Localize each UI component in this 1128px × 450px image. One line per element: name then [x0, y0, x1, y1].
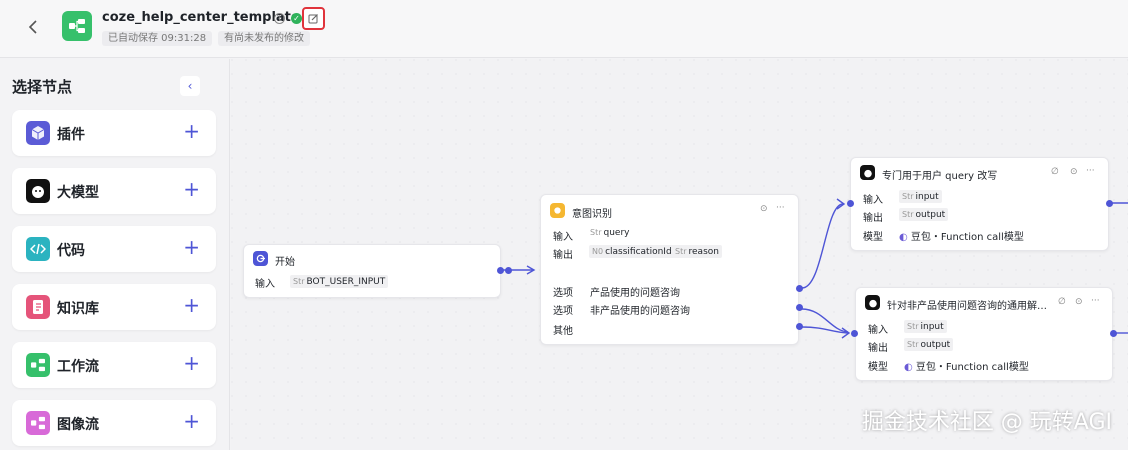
option-value: 产品使用的问题咨询: [590, 288, 680, 299]
node-item-label: 代码: [57, 243, 85, 259]
node-title: 针对非产品使用问题咨询的通用解…: [887, 301, 1047, 312]
output-variable: Str output: [904, 338, 954, 351]
output-variable: Str output: [899, 208, 949, 221]
more-icon[interactable]: ···: [776, 203, 785, 213]
field-label: 输入: [255, 279, 275, 290]
general-input-port[interactable]: [851, 330, 858, 337]
rewrite-output-port[interactable]: [1106, 200, 1113, 207]
field-label: 输出: [868, 343, 888, 354]
app-title: coze_help_center_template: [102, 10, 300, 25]
unpublished-badge: 有尚未发布的修改: [218, 31, 310, 46]
check-icon: ✓: [291, 13, 302, 24]
add-icon[interactable]: +: [183, 294, 200, 316]
node-title: 开始: [275, 257, 295, 268]
field-label: 模型: [863, 232, 883, 243]
field-label: 输入: [868, 325, 888, 336]
chevron-left-icon: [28, 20, 37, 34]
other-port[interactable]: [796, 323, 803, 330]
field-label: 输出: [553, 250, 573, 261]
add-icon[interactable]: +: [183, 178, 200, 200]
field-label: 输入: [863, 195, 883, 206]
node-item-plugin[interactable]: 插件 +: [12, 110, 216, 156]
panel-title: 选择节点: [12, 78, 73, 96]
back-button[interactable]: [20, 14, 46, 40]
notify-icon[interactable]: ∅: [1051, 167, 1059, 177]
code-icon: [26, 237, 50, 261]
llm-icon: [865, 295, 880, 310]
start-node[interactable]: 开始 输入 Str BOT_USER_INPUT: [243, 244, 501, 298]
node-title: 意图识别: [572, 209, 612, 220]
autosave-status: 已自动保存 09:31:28: [102, 31, 213, 46]
imageflow-icon: [26, 411, 50, 435]
node-item-workflow[interactable]: 工作流 +: [12, 342, 216, 388]
rewrite-input-port[interactable]: [847, 200, 854, 207]
node-item-label: 工作流: [57, 359, 99, 375]
node-item-llm[interactable]: 大模型 +: [12, 168, 216, 214]
node-item-code[interactable]: 代码 +: [12, 226, 216, 272]
run-icon[interactable]: ⊙: [760, 204, 768, 214]
field-label: 输出: [863, 213, 883, 224]
start-icon: [253, 251, 268, 266]
intent-input-port[interactable]: [505, 267, 512, 274]
run-icon[interactable]: ⊙: [1075, 297, 1083, 307]
intent-node[interactable]: 意图识别 ⊙ ··· 输入 Str query 输出 N0 classificati…: [540, 194, 799, 345]
general-output-port[interactable]: [1110, 330, 1117, 337]
start-output-port[interactable]: [497, 267, 504, 274]
option-label: 选项: [553, 288, 573, 299]
node-item-label: 知识库: [57, 301, 99, 317]
output-variable: Str reason: [672, 245, 722, 258]
node-title: 专门用于用户 query 改写: [882, 171, 998, 182]
node-item-label: 大模型: [57, 185, 99, 201]
watermark: 掘金技术社区 @ 玩转AGI: [861, 410, 1112, 435]
rewrite-llm-node[interactable]: 专门用于用户 query 改写 ∅ ⊙ ··· 输入 Str input 输出 S…: [850, 157, 1109, 251]
option-label: 选项: [553, 306, 573, 317]
run-icon[interactable]: ⊙: [1070, 167, 1078, 177]
more-icon[interactable]: ···: [1091, 296, 1100, 306]
add-icon[interactable]: +: [183, 352, 200, 374]
intent-icon: [550, 203, 565, 218]
workflow-canvas[interactable]: 开始 输入 Str BOT_USER_INPUT 意图识别 ⊙ ··· 输入 St…: [231, 59, 1128, 450]
input-variable: Str input: [904, 320, 947, 333]
workflow-app-icon: [62, 11, 92, 41]
node-item-imageflow[interactable]: 图像流 +: [12, 400, 216, 446]
add-icon[interactable]: +: [183, 120, 200, 142]
node-panel: 选择节点 ‹ 插件 + 大模型 + 代码 + 知识库 + 工作流 + 图像流 +: [0, 59, 230, 450]
node-item-label: 图像流: [57, 417, 99, 433]
option2-port[interactable]: [796, 304, 803, 311]
input-variable: Str BOT_USER_INPUT: [290, 275, 389, 288]
input-variable: Str input: [899, 190, 942, 203]
field-label: 模型: [868, 362, 888, 373]
node-item-knowledge[interactable]: 知识库 +: [12, 284, 216, 330]
model-value: ◐ 豆包・Function call模型: [899, 232, 1024, 243]
more-icon[interactable]: ···: [1086, 166, 1095, 176]
model-value: ◐ 豆包・Function call模型: [904, 362, 1029, 373]
plugin-icon: [26, 121, 50, 145]
option-other: 其他: [553, 326, 573, 337]
option1-port[interactable]: [796, 285, 803, 292]
node-item-label: 插件: [57, 127, 85, 143]
edit-button[interactable]: [302, 7, 325, 30]
input-variable: Str query: [590, 228, 630, 238]
edit-icon: [308, 14, 318, 24]
workflow-icon: [26, 353, 50, 377]
field-label: 输入: [553, 232, 573, 243]
add-icon[interactable]: +: [183, 236, 200, 258]
knowledge-icon: [26, 295, 50, 319]
add-icon[interactable]: +: [183, 410, 200, 432]
llm-icon: [26, 179, 50, 203]
llm-icon: [860, 165, 875, 180]
collapse-panel-button[interactable]: ‹: [180, 76, 200, 96]
option-value: 非产品使用的问题咨询: [590, 306, 690, 317]
general-llm-node[interactable]: 针对非产品使用问题咨询的通用解… ∅ ⊙ ··· 输入 Str input 输出 …: [855, 287, 1113, 381]
info-icon[interactable]: i: [274, 13, 285, 24]
notify-icon[interactable]: ∅: [1058, 297, 1066, 307]
top-bar: coze_help_center_template i ✓ 已自动保存 09:3…: [0, 0, 1128, 58]
output-variable: N0 classificationId: [589, 245, 675, 258]
